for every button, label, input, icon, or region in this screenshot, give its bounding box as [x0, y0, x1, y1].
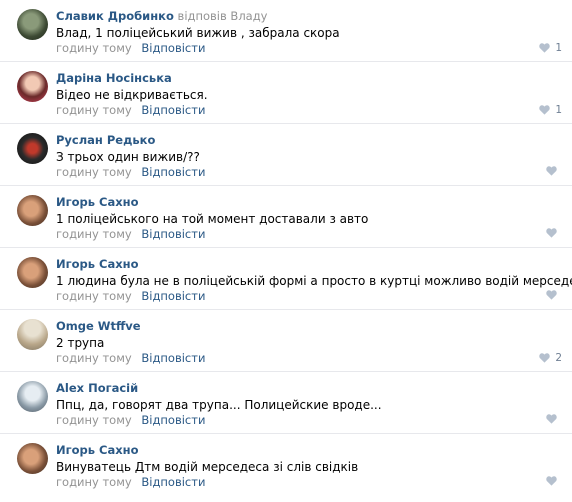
comment-text: 1 поліцейського на той момент доставали … [56, 212, 369, 226]
author-name[interactable]: Игорь Сахно [56, 257, 139, 271]
author-name[interactable]: Игорь Сахно [56, 443, 139, 457]
comment-date[interactable]: годину тому [56, 413, 132, 427]
comment-text: Влад, 1 поліцейський вижив , забрала ско… [56, 26, 340, 40]
reply-link[interactable]: Відповісти [141, 41, 205, 55]
comment-meta: годину тому Відповісти [56, 289, 205, 304]
like-button[interactable]: 1 [539, 42, 562, 54]
comment-text: З трьох один вижив/?? [56, 150, 200, 164]
like-count: 2 [555, 352, 562, 364]
comment-item: Omge Wtffve 2 трупа годину тому Відповіс… [0, 310, 572, 372]
reply-link[interactable]: Відповісти [141, 289, 205, 303]
author-name[interactable]: Даріна Носінська [56, 71, 172, 85]
reply-link[interactable]: Відповісти [141, 103, 205, 117]
heart-icon [546, 166, 557, 176]
comment-item: Даріна Носінська Відео не відкривається.… [0, 62, 572, 124]
avatar[interactable] [17, 133, 48, 164]
comment-item: Руслан Редько З трьох один вижив/?? годи… [0, 124, 572, 186]
author-line: Руслан Редько [56, 133, 155, 147]
heart-icon [546, 414, 557, 424]
author-line: Даріна Носінська [56, 71, 172, 85]
comment-text: Ппц, да, говорят два трупа... Полицейски… [56, 398, 382, 412]
reply-link[interactable]: Відповісти [141, 413, 205, 427]
author-name[interactable]: Руслан Редько [56, 133, 155, 147]
like-button[interactable] [546, 414, 562, 424]
author-name[interactable]: Omge Wtffve [56, 319, 141, 333]
comment-date[interactable]: годину тому [56, 475, 132, 489]
author-line: Alex Погасій [56, 381, 138, 395]
author-name[interactable]: Славик Дробинко [56, 9, 174, 23]
comment-date[interactable]: годину тому [56, 103, 132, 117]
like-button[interactable] [546, 166, 562, 176]
heart-icon [539, 353, 551, 363]
avatar[interactable] [17, 195, 48, 226]
comment-meta: годину тому Відповісти [56, 227, 205, 242]
comment-meta: годину тому Відповісти [56, 41, 205, 56]
like-button[interactable] [546, 290, 562, 300]
reply-link[interactable]: Відповісти [141, 475, 205, 489]
comment-date[interactable]: годину тому [56, 41, 132, 55]
avatar[interactable] [17, 71, 48, 102]
comment-date[interactable]: годину тому [56, 289, 132, 303]
author-line: Игорь Сахно [56, 443, 139, 457]
comment-date[interactable]: годину тому [56, 351, 132, 365]
comment-meta: годину тому Відповісти [56, 413, 205, 428]
author-name[interactable]: Игорь Сахно [56, 195, 139, 209]
comment-text: Винуватець Дтм водій мерседеса зі слів с… [56, 460, 359, 474]
comment-meta: годину тому Відповісти [56, 475, 205, 490]
heart-icon [539, 105, 551, 115]
author-line: Славик Дробинко відповів Владу [56, 9, 267, 23]
avatar[interactable] [17, 9, 48, 40]
heart-icon [546, 476, 557, 486]
reply-to-label[interactable]: відповів Владу [178, 9, 268, 23]
comment-date[interactable]: годину тому [56, 165, 132, 179]
heart-icon [546, 228, 557, 238]
comment-meta: годину тому Відповісти [56, 351, 205, 366]
author-line: Игорь Сахно [56, 257, 139, 271]
avatar[interactable] [17, 381, 48, 412]
comment-meta: годину тому Відповісти [56, 103, 205, 118]
comments-list: Славик Дробинко відповів Владу Влад, 1 п… [0, 0, 572, 496]
comment-item: Игорь Сахно Винуватець Дтм водій мерседе… [0, 434, 572, 496]
comment-item: Alex Погасій Ппц, да, говорят два трупа.… [0, 372, 572, 434]
avatar[interactable] [17, 319, 48, 350]
comment-item: Славик Дробинко відповів Владу Влад, 1 п… [0, 0, 572, 62]
comment-text: Відео не відкривається. [56, 88, 208, 102]
like-button[interactable]: 1 [539, 104, 562, 116]
avatar[interactable] [17, 443, 48, 474]
heart-icon [539, 43, 551, 53]
like-button[interactable] [546, 228, 562, 238]
reply-link[interactable]: Відповісти [141, 165, 205, 179]
comment-item: Игорь Сахно 1 людина була не в поліцейсь… [0, 248, 572, 310]
avatar[interactable] [17, 257, 48, 288]
like-count: 1 [555, 42, 562, 54]
like-button[interactable] [546, 476, 562, 486]
comment-date[interactable]: годину тому [56, 227, 132, 241]
heart-icon [546, 290, 557, 300]
like-button[interactable]: 2 [539, 352, 562, 364]
like-count: 1 [555, 104, 562, 116]
author-line: Omge Wtffve [56, 319, 141, 333]
author-line: Игорь Сахно [56, 195, 139, 209]
reply-link[interactable]: Відповісти [141, 351, 205, 365]
comment-text: 1 людина була не в поліцейській формі а … [56, 274, 572, 288]
reply-link[interactable]: Відповісти [141, 227, 205, 241]
comment-text: 2 трупа [56, 336, 105, 350]
author-name[interactable]: Alex Погасій [56, 381, 138, 395]
comment-item: Игорь Сахно 1 поліцейського на той момен… [0, 186, 572, 248]
comment-meta: годину тому Відповісти [56, 165, 205, 180]
